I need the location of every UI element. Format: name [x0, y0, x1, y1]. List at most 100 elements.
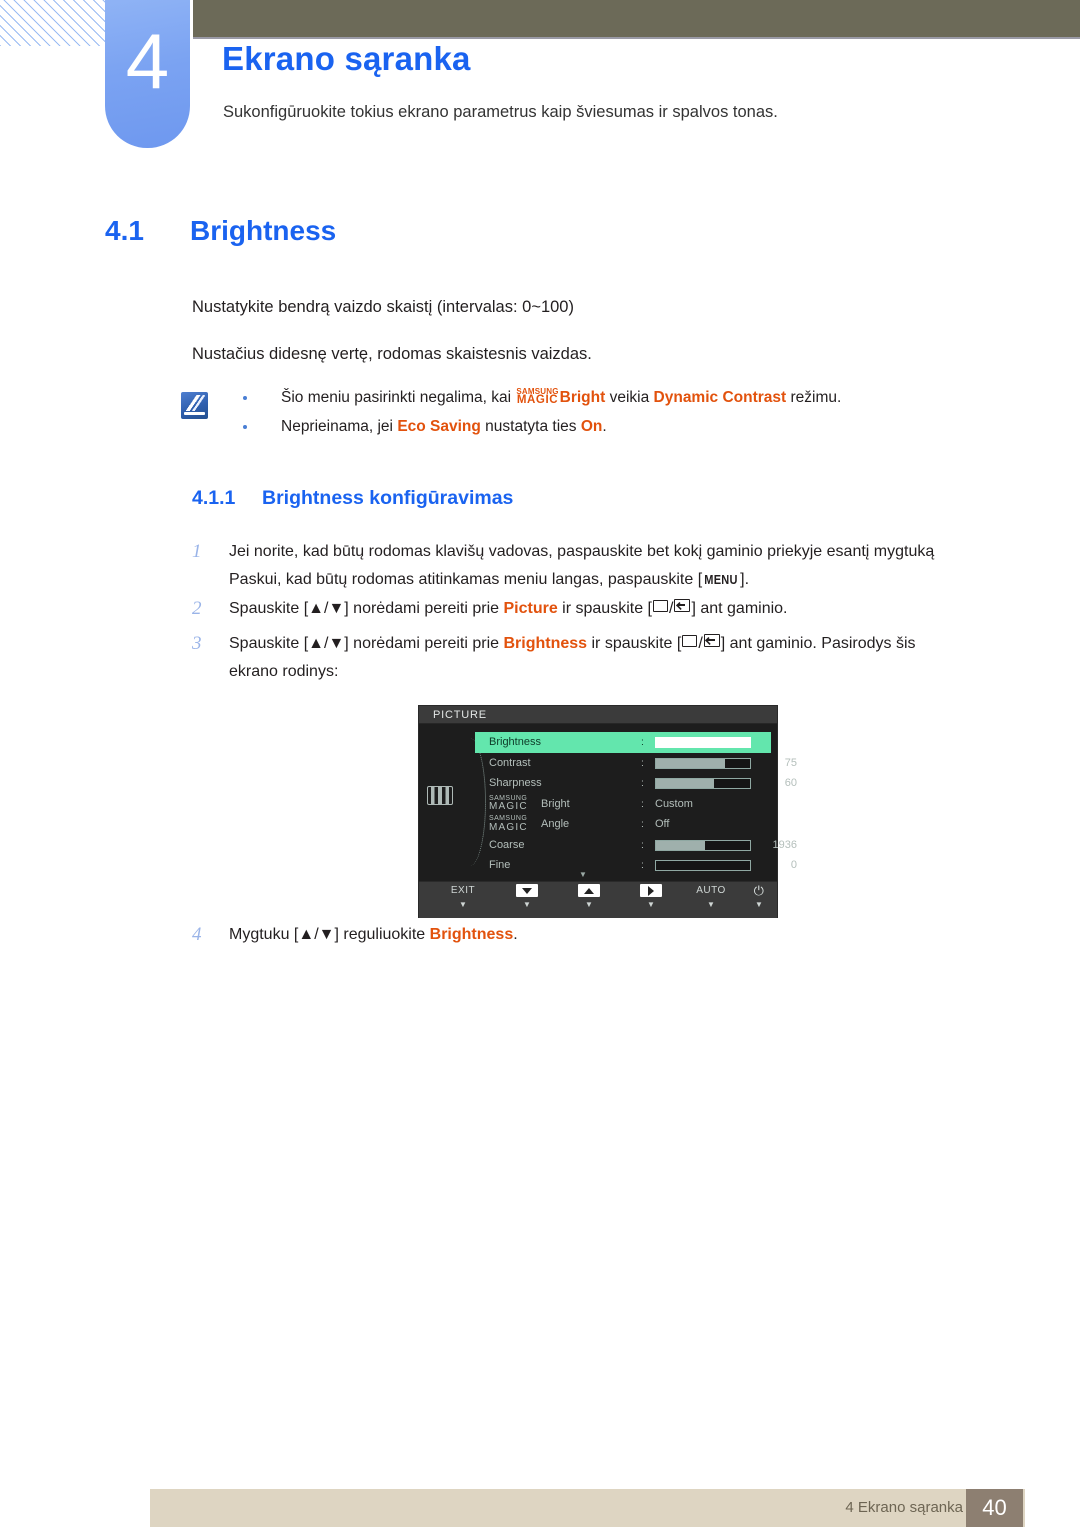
- section-heading: 4.1 Brightness: [105, 215, 965, 247]
- arrow-right-icon: [623, 884, 679, 898]
- subsection-title: Brightness konfigūravimas: [262, 487, 514, 509]
- osd-row-label: Fine: [489, 859, 511, 871]
- power-icon: ⏻: [731, 884, 787, 898]
- subsection-number: 4.1.1: [192, 487, 236, 509]
- note-text-middle: nustatyta ties: [480, 418, 581, 435]
- step-highlight: Picture: [503, 600, 558, 617]
- step-body: Mygtuku [▲/▼] reguliuokite Brightness.: [229, 921, 1002, 949]
- osd-footer-button-exit[interactable]: EXIT ▼: [435, 884, 491, 909]
- arrow-up-icon: [561, 884, 617, 898]
- magic-mark: SAMSUNG MAGIC: [516, 388, 558, 406]
- osd-colon: :: [641, 859, 644, 871]
- osd-value: Custom: [655, 797, 693, 810]
- step-index: 1: [192, 541, 202, 562]
- note-highlight: Eco Saving: [397, 418, 481, 435]
- quill-shape: [184, 395, 205, 411]
- osd-row-label: Sharpness: [489, 777, 542, 789]
- slash-separator: /: [698, 635, 703, 652]
- window-key-icon: [682, 635, 698, 647]
- osd-row-list: Brightness: 100 Contrast: 75 Sharpness: 60 SAM…: [475, 732, 797, 876]
- osd-magic-mark: SAMSUNG MAGIC: [489, 815, 528, 832]
- osd-row-bright[interactable]: SAMSUNG MAGIC Bright: Custom: [475, 794, 771, 815]
- step-1: 1 Jei norite, kad būtų rodomas klavišų v…: [192, 538, 1002, 594]
- chapter-number: 4: [125, 17, 170, 105]
- osd-value: 1936: [772, 838, 797, 851]
- osd-row-sharpness[interactable]: Sharpness: 60: [475, 773, 797, 794]
- osd-menu: PICTURE Brightness: 100 Contrast: 75 Sharpne…: [418, 705, 797, 918]
- osd-row-label: Bright: [541, 797, 570, 810]
- step-line-2-before: Paskui, kad būtų rodomas atitinkamas men…: [229, 571, 703, 588]
- step-index: 3: [192, 633, 202, 654]
- footer-chapter-label: 4 Ekrano sąranka: [845, 1499, 963, 1516]
- chapter-subtitle: Sukonfigūruokite tokius ekrano parametru…: [223, 103, 778, 121]
- note-list: Šio meniu pasirinkti negalima, kai SAMSU…: [243, 388, 1023, 446]
- osd-value: Off: [655, 818, 670, 830]
- step-text-before: Mygtuku [▲/▼] reguliuokite: [229, 926, 430, 943]
- step-line-2: ekrano rodinys:: [229, 663, 339, 680]
- osd-value: 60: [784, 777, 797, 789]
- paragraph-description: Nustačius didesnę vertę, rodomas skaiste…: [192, 345, 592, 363]
- step-highlight: Brightness: [503, 635, 588, 652]
- osd-row-brightness[interactable]: Brightness: 100: [475, 732, 797, 753]
- osd-footer-tick: ▼: [523, 900, 531, 909]
- osd-footer-button-down[interactable]: ▼: [499, 884, 555, 909]
- osd-button-bar: EXIT ▼ ▼ ▼ ▼ AUTO ▼ ⏻ ▼: [419, 881, 777, 918]
- osd-magic-bottom: MAGIC: [489, 801, 528, 812]
- step-text-after: .: [513, 926, 518, 943]
- osd-magic-mark: SAMSUNG MAGIC: [489, 795, 528, 812]
- step-body: Spauskite [▲/▼] norėdami pereiti prie Pi…: [229, 595, 1002, 623]
- osd-value: 75: [784, 756, 797, 769]
- osd-footer-tick: ▼: [459, 900, 467, 909]
- step-body: Jei norite, kad būtų rodomas klavišų vad…: [229, 538, 1002, 594]
- chapter-tab: 4: [105, 0, 190, 148]
- osd-magic-bottom: MAGIC: [489, 821, 528, 833]
- osd-row-label: Brightness: [489, 736, 541, 748]
- osd-more-indicator: ▼: [579, 870, 587, 879]
- magic-suffix: Bright: [559, 389, 606, 406]
- page-footer: 4 Ekrano sąranka 40: [150, 1489, 1025, 1527]
- osd-body: Brightness: 100 Contrast: 75 Sharpness: 60 SAM…: [419, 724, 797, 881]
- section-title: Brightness: [190, 215, 337, 246]
- osd-footer-button-right[interactable]: ▼: [623, 884, 679, 909]
- subsection-heading: 4.1.1 Brightness konfigūravimas: [192, 487, 513, 510]
- enter-key-icon: [674, 599, 691, 612]
- osd-row-label: Coarse: [489, 838, 525, 851]
- window-key-icon: [652, 600, 668, 612]
- osd-value: 100: [778, 736, 797, 748]
- step-text-middle: ir spauskite [: [557, 600, 652, 617]
- osd-value: 0: [790, 859, 797, 871]
- step-text-after: ] ant gaminio. Pasirodys šis: [720, 635, 916, 652]
- osd-slider[interactable]: [655, 860, 751, 871]
- osd-footer-label: EXIT: [450, 885, 476, 896]
- osd-colon: :: [641, 797, 644, 810]
- olive-header-bar: [193, 0, 1080, 37]
- osd-footer-button-⏻[interactable]: ⏻ ▼: [731, 884, 787, 909]
- osd-slider[interactable]: [655, 757, 751, 769]
- step-highlight: Brightness: [429, 926, 514, 943]
- slash-separator: /: [668, 600, 674, 617]
- note-highlight-secondary: On: [580, 418, 603, 435]
- osd-slider-fill: [656, 738, 750, 747]
- step-index: 2: [192, 598, 202, 619]
- osd-row-label: Angle: [541, 818, 570, 830]
- osd-slider[interactable]: [655, 778, 751, 789]
- osd-title: PICTURE: [419, 706, 777, 724]
- step-4: 4 Mygtuku [▲/▼] reguliuokite Brightness.: [192, 921, 1002, 949]
- osd-slider[interactable]: [655, 737, 751, 748]
- note-pen-icon: [181, 392, 208, 419]
- osd-row-contrast[interactable]: Contrast: 75: [475, 753, 797, 774]
- osd-footer-button-up[interactable]: ▼: [561, 884, 617, 909]
- olive-header-rule: [193, 37, 1080, 39]
- osd-slider-fill: [656, 758, 725, 768]
- osd-colon: :: [641, 736, 644, 748]
- note-text-before: Šio meniu pasirinkti negalima, kai: [281, 389, 516, 406]
- osd-slider-fill: [656, 779, 715, 788]
- osd-footer-tick: ▼: [647, 900, 655, 909]
- osd-row-coarse[interactable]: Coarse: 1936: [475, 835, 797, 856]
- osd-slider[interactable]: [655, 839, 751, 851]
- step-text-middle: ir spauskite [: [587, 635, 682, 652]
- osd-row-fine[interactable]: Fine: 0: [475, 855, 797, 876]
- section-number: 4.1: [105, 215, 144, 246]
- osd-row-angle[interactable]: SAMSUNG MAGIC Angle: Off: [475, 814, 771, 835]
- osd-footer-tick: ▼: [585, 900, 593, 909]
